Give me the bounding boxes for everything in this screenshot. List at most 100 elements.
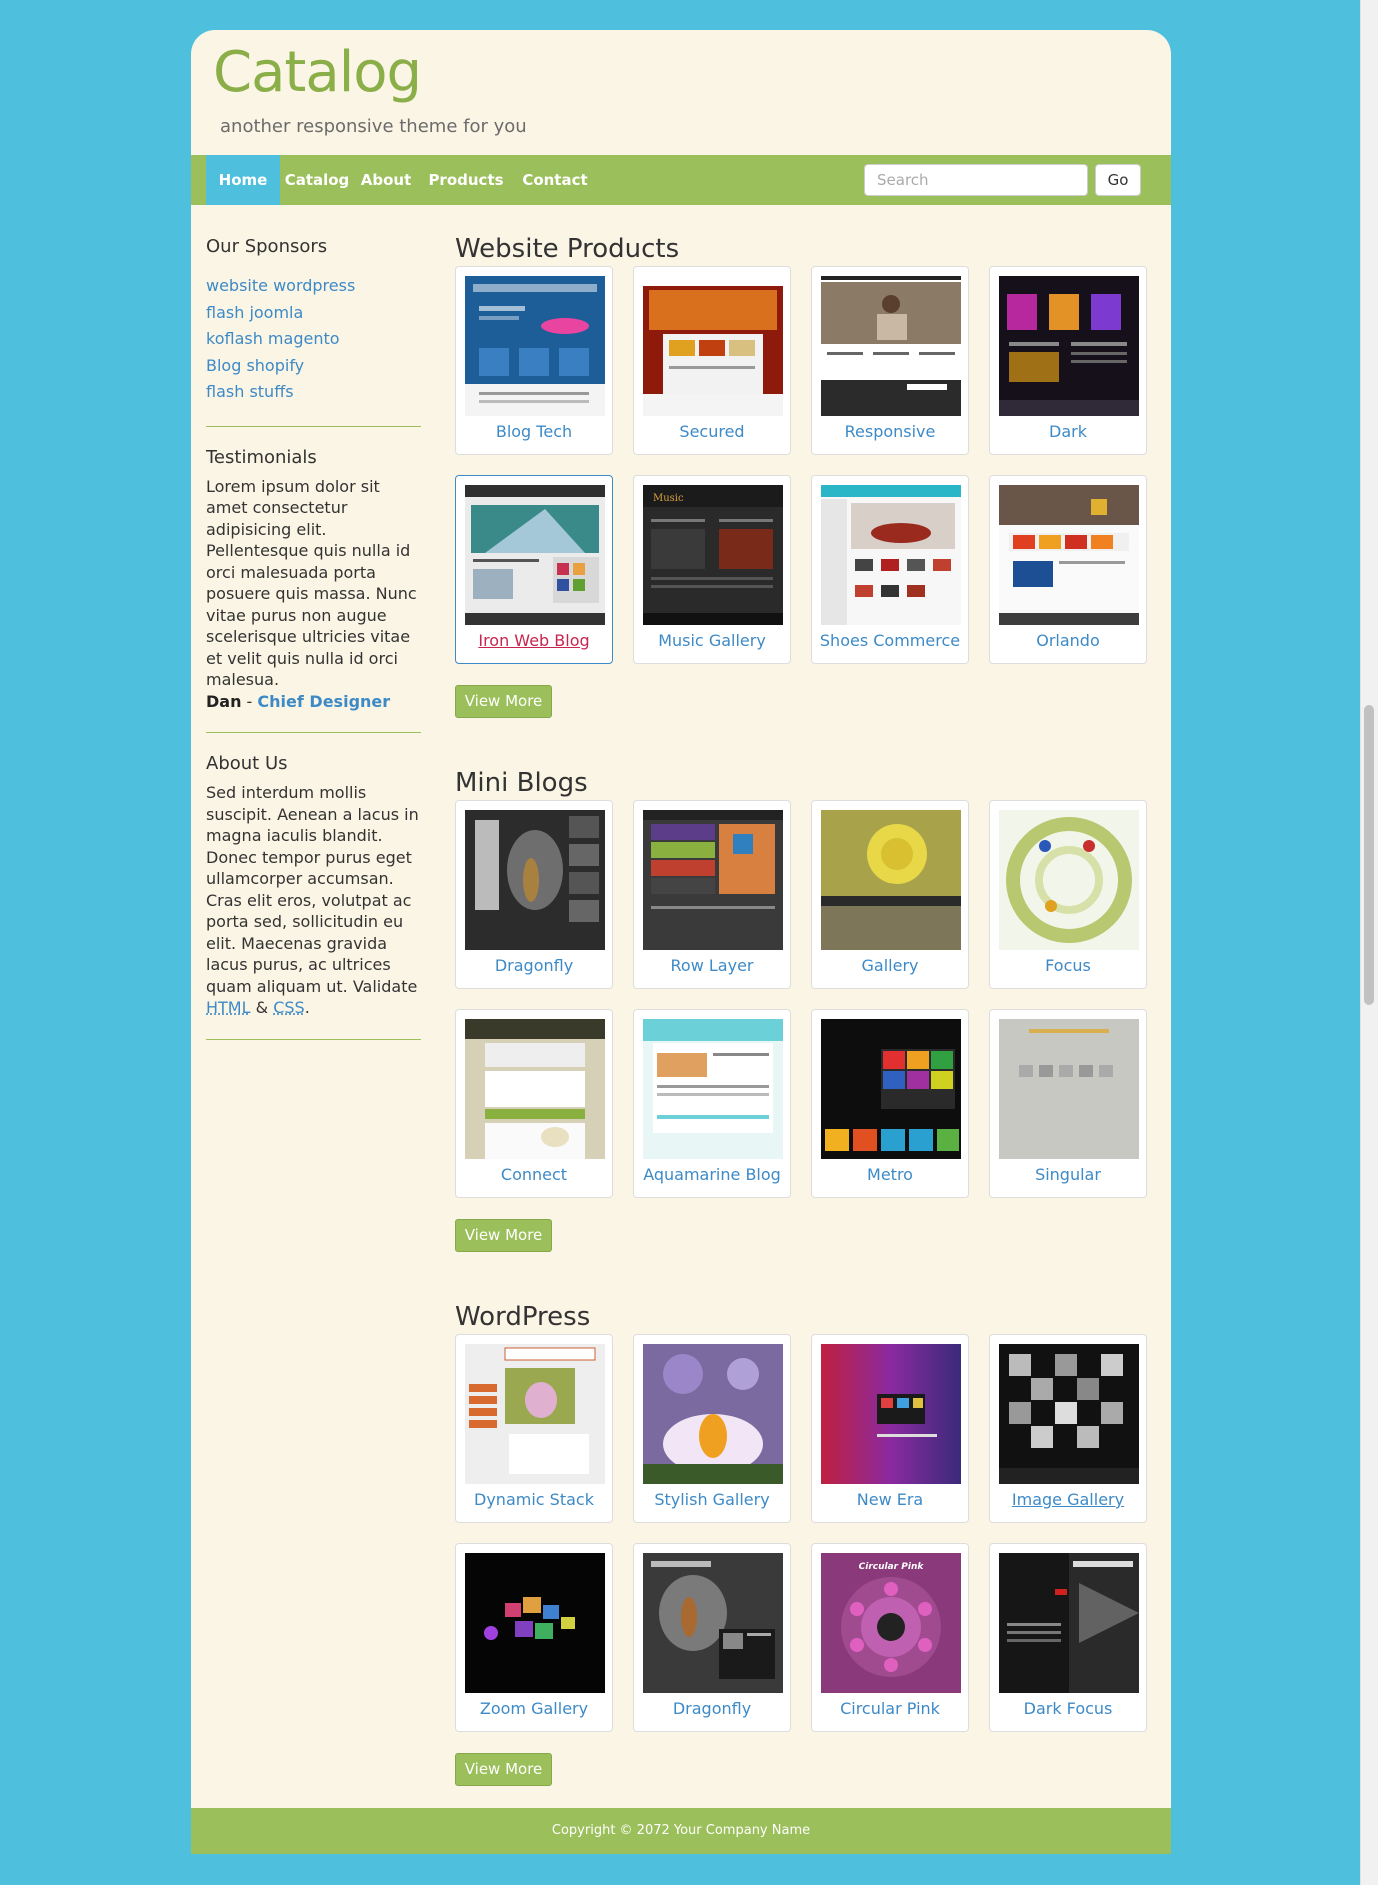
product-thumbnail[interactable] <box>465 276 605 416</box>
product-card[interactable]: Dragonfly <box>455 800 613 989</box>
product-thumbnail[interactable]: Music <box>643 485 783 625</box>
product-thumbnail[interactable] <box>999 276 1139 416</box>
product-thumbnail[interactable] <box>465 1553 605 1693</box>
section-title-wordpress: WordPress <box>455 1302 591 1332</box>
product-card[interactable]: Image Gallery <box>989 1334 1147 1523</box>
product-caption[interactable]: Dark Focus <box>990 1699 1146 1718</box>
product-caption[interactable]: Singular <box>990 1165 1146 1184</box>
product-caption[interactable]: Circular Pink <box>812 1699 968 1718</box>
product-thumbnail[interactable] <box>999 1019 1139 1159</box>
product-caption[interactable]: Row Layer <box>634 956 790 975</box>
product-caption[interactable]: Secured <box>634 422 790 441</box>
product-thumbnail[interactable] <box>465 1344 605 1484</box>
product-caption[interactable]: Responsive <box>812 422 968 441</box>
nav-home[interactable]: Home <box>206 155 280 205</box>
product-thumbnail[interactable] <box>821 810 961 950</box>
product-card[interactable]: Blog Tech <box>455 266 613 455</box>
nav-about[interactable]: About <box>354 155 418 205</box>
testimonial-role[interactable]: Chief Designer <box>257 692 390 711</box>
product-caption[interactable]: Orlando <box>990 631 1146 650</box>
product-caption[interactable]: Gallery <box>812 956 968 975</box>
product-caption[interactable]: Connect <box>456 1165 612 1184</box>
product-card[interactable]: Dark Focus <box>989 1543 1147 1732</box>
validate-css-link[interactable]: CSS <box>273 998 304 1017</box>
product-card[interactable]: Dragonfly <box>633 1543 791 1732</box>
scrollbar-thumb[interactable] <box>1364 705 1374 1005</box>
product-card[interactable]: Metro <box>811 1009 969 1198</box>
testimonial-author: Dan <box>206 691 242 711</box>
sponsor-link[interactable]: koflash magento <box>206 326 421 353</box>
product-card[interactable]: Dark <box>989 266 1147 455</box>
view-more-button[interactable]: View More <box>455 685 552 718</box>
product-thumbnail[interactable] <box>643 1344 783 1484</box>
product-card[interactable]: Singular <box>989 1009 1147 1198</box>
product-caption[interactable]: Dragonfly <box>634 1699 790 1718</box>
view-more-button[interactable]: View More <box>455 1753 552 1786</box>
product-thumbnail[interactable] <box>999 1344 1139 1484</box>
product-caption[interactable]: Stylish Gallery <box>634 1490 790 1509</box>
search-go-button[interactable]: Go <box>1095 164 1141 196</box>
product-card[interactable]: Orlando <box>989 475 1147 664</box>
product-thumbnail[interactable] <box>465 485 605 625</box>
product-thumbnail[interactable] <box>999 1553 1139 1693</box>
product-caption[interactable]: Blog Tech <box>456 422 612 441</box>
product-caption[interactable]: Iron Web Blog <box>456 631 612 650</box>
product-caption[interactable]: Dark <box>990 422 1146 441</box>
testimonial-text: Lorem ipsum dolor sit amet consectetur a… <box>206 476 417 690</box>
product-card[interactable]: Zoom Gallery <box>455 1543 613 1732</box>
product-thumbnail[interactable] <box>643 810 783 950</box>
site-header: Catalog another responsive theme for you <box>191 30 1171 155</box>
page-scrollbar[interactable] <box>1360 0 1378 1885</box>
product-card[interactable]: Connect <box>455 1009 613 1198</box>
product-caption[interactable]: Aquamarine Blog <box>634 1165 790 1184</box>
about-text: Sed interdum mollis suscipit. Aenean a l… <box>206 783 419 996</box>
validate-html-link[interactable]: HTML <box>206 998 251 1017</box>
product-card[interactable]: Shoes Commerce <box>811 475 969 664</box>
sponsors-list: website wordpress flash joomla koflash m… <box>206 273 421 406</box>
testimonial-separator: - <box>241 691 258 711</box>
search-input[interactable] <box>864 164 1088 196</box>
product-caption[interactable]: Shoes Commerce <box>812 631 968 650</box>
sponsor-link[interactable]: flash stuffs <box>206 379 421 406</box>
product-caption[interactable]: Metro <box>812 1165 968 1184</box>
product-thumbnail[interactable] <box>999 810 1139 950</box>
product-thumbnail[interactable] <box>821 1019 961 1159</box>
product-card[interactable]: Dynamic Stack <box>455 1334 613 1523</box>
product-thumbnail[interactable] <box>643 276 783 416</box>
product-card[interactable]: New Era <box>811 1334 969 1523</box>
nav-catalog[interactable]: Catalog <box>280 155 354 205</box>
nav-contact[interactable]: Contact <box>514 155 596 205</box>
product-card[interactable]: Responsive <box>811 266 969 455</box>
view-more-button[interactable]: View More <box>455 1219 552 1252</box>
sponsor-link[interactable]: flash joomla <box>206 300 421 327</box>
product-card[interactable]: Aquamarine Blog <box>633 1009 791 1198</box>
product-card[interactable]: Row Layer <box>633 800 791 989</box>
nav-products[interactable]: Products <box>418 155 514 205</box>
product-thumbnail[interactable] <box>465 810 605 950</box>
product-caption[interactable]: Dynamic Stack <box>456 1490 612 1509</box>
site-logo[interactable]: Catalog <box>213 40 422 105</box>
product-thumbnail[interactable] <box>821 485 961 625</box>
product-card[interactable]: Music Music Gallery <box>633 475 791 664</box>
product-card[interactable]: Circular Pink Circular Pink <box>811 1543 969 1732</box>
product-thumbnail[interactable] <box>999 485 1139 625</box>
product-card[interactable]: Iron Web Blog <box>455 475 613 664</box>
product-caption[interactable]: Zoom Gallery <box>456 1699 612 1718</box>
product-thumbnail[interactable]: Circular Pink <box>821 1553 961 1693</box>
product-thumbnail[interactable] <box>821 276 961 416</box>
product-caption[interactable]: New Era <box>812 1490 968 1509</box>
product-caption[interactable]: Focus <box>990 956 1146 975</box>
product-card[interactable]: Gallery <box>811 800 969 989</box>
product-card[interactable]: Stylish Gallery <box>633 1334 791 1523</box>
sponsor-link[interactable]: website wordpress <box>206 273 421 300</box>
product-card[interactable]: Focus <box>989 800 1147 989</box>
product-caption[interactable]: Music Gallery <box>634 631 790 650</box>
product-card[interactable]: Secured <box>633 266 791 455</box>
product-thumbnail[interactable] <box>643 1553 783 1693</box>
product-thumbnail[interactable] <box>821 1344 961 1484</box>
product-caption[interactable]: Dragonfly <box>456 956 612 975</box>
product-thumbnail[interactable] <box>643 1019 783 1159</box>
product-thumbnail[interactable] <box>465 1019 605 1159</box>
product-caption[interactable]: Image Gallery <box>990 1490 1146 1509</box>
sponsor-link[interactable]: Blog shopify <box>206 353 421 380</box>
